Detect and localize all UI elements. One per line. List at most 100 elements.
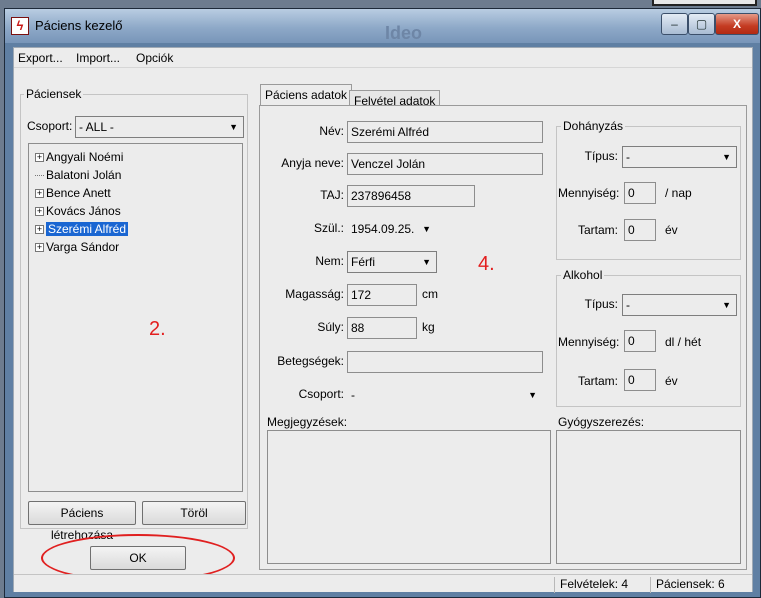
patient-manager-window: ϟ Páciens kezelő Ideo – ▢ X Export... Im… <box>4 8 761 598</box>
maximize-icon: ▢ <box>695 17 708 31</box>
tree-item-label: Kovács János <box>46 204 121 218</box>
maximize-button[interactable]: ▢ <box>688 13 715 35</box>
menu-bar: Export... Import... Opciók <box>14 48 752 68</box>
tree-item-bence-anett[interactable]: + Bence Anett <box>35 186 111 204</box>
group-filter-label: Csoport: <box>27 119 73 133</box>
annotation-2: 2. <box>149 318 166 340</box>
tree-item-szeremi-alfred[interactable]: + Szerémi Alfréd <box>35 222 129 240</box>
tree-item-kovacs-janos[interactable]: + Kovács János <box>35 204 121 222</box>
title-bar[interactable]: ϟ Páciens kezelő Ideo – ▢ X <box>5 9 760 43</box>
menu-import[interactable]: Import... <box>76 51 120 65</box>
minimize-icon: – <box>671 17 678 31</box>
tab-patient-data[interactable]: Páciens adatok <box>260 84 353 106</box>
smoking-duration-unit: év <box>665 223 678 237</box>
chevron-down-icon: ▼ <box>528 390 537 400</box>
diseases-field[interactable] <box>347 351 543 373</box>
alcohol-amount-field[interactable]: 0 <box>624 330 656 352</box>
height-unit: cm <box>422 287 438 301</box>
chevron-down-icon: ▼ <box>722 152 731 162</box>
smoking-duration-field[interactable]: 0 <box>624 219 656 241</box>
lightning-icon: ϟ <box>11 17 29 35</box>
alcohol-amount-unit: dl / hét <box>665 335 702 349</box>
expand-icon[interactable]: + <box>35 243 44 253</box>
sex-label: Nem: <box>315 254 344 268</box>
tree-item-balatoni-jolan[interactable]: Balatoni Jolán <box>35 168 121 186</box>
close-icon: X <box>732 17 741 31</box>
minimize-button[interactable]: – <box>661 13 688 35</box>
weight-unit: kg <box>422 320 435 334</box>
group-value: - <box>351 388 355 402</box>
medication-label: Gyógyszerezés: <box>558 415 645 429</box>
tree-item-angyali-noemi[interactable]: + Angyali Noémi <box>35 150 123 168</box>
height-field[interactable]: 172 <box>347 284 417 306</box>
window-title: Páciens kezelő <box>35 18 123 33</box>
patient-tree[interactable]: + Angyali Noémi Balatoni Jolán + Bence Ane… <box>28 143 243 492</box>
background-window-fragment <box>652 0 757 6</box>
expand-icon[interactable]: + <box>35 225 44 235</box>
group-filter-select[interactable]: - ALL - ▼ <box>75 116 244 138</box>
chevron-down-icon: ▼ <box>422 224 431 234</box>
smoking-type-value: - <box>626 150 630 164</box>
expand-icon[interactable]: + <box>35 207 44 217</box>
smoking-duration-label: Tartam: <box>577 223 618 237</box>
tree-item-label: Balatoni Jolán <box>46 168 122 182</box>
height-label: Magasság: <box>285 287 344 301</box>
name-label: Név: <box>319 124 344 138</box>
chevron-down-icon: ▼ <box>229 122 238 132</box>
notes-label: Megjegyzések: <box>267 415 348 429</box>
menu-options[interactable]: Opciók <box>136 51 173 65</box>
alcohol-type-value: - <box>626 298 630 312</box>
alcohol-duration-unit: év <box>665 374 678 388</box>
birth-date-value: 1954.09.25. <box>351 222 415 236</box>
tree-item-label: Bence Anett <box>46 186 111 200</box>
tree-item-varga-sandor[interactable]: + Varga Sándor <box>35 240 119 258</box>
group-filter-value: - ALL - <box>79 120 114 134</box>
weight-label: Súly: <box>317 320 344 334</box>
mother-name-label: Anyja neve: <box>281 156 344 170</box>
birth-date-label: Szül.: <box>313 221 344 235</box>
diseases-label: Betegségek: <box>277 354 344 368</box>
group-label: Csoport: <box>298 387 344 401</box>
weight-field[interactable]: 88 <box>347 317 417 339</box>
expand-icon[interactable]: + <box>35 189 44 199</box>
tree-connector-line <box>35 175 44 177</box>
sex-select[interactable]: Férfi ▼ <box>347 251 437 273</box>
alcohol-duration-field[interactable]: 0 <box>624 369 656 391</box>
tree-item-label-selected: Szerémi Alfréd <box>46 222 129 236</box>
smoking-amount-field[interactable]: 0 <box>624 182 656 204</box>
notes-textarea[interactable] <box>267 430 551 564</box>
tree-item-label: Varga Sándor <box>46 240 120 254</box>
chevron-down-icon: ▼ <box>422 257 431 267</box>
alcohol-amount-label: Mennyiség: <box>558 335 620 349</box>
smoking-amount-unit: / nap <box>665 186 692 200</box>
window-client-area: Export... Import... Opciók Páciensek Cso… <box>13 47 753 593</box>
name-field[interactable]: Szerémi Alfréd <box>347 121 543 143</box>
taj-label: TAJ: <box>320 188 344 202</box>
alcohol-group-title: Alkohol <box>561 268 605 282</box>
tree-item-label: Angyali Noémi <box>46 150 124 164</box>
chevron-down-icon: ▼ <box>722 300 731 310</box>
close-button[interactable]: X <box>715 13 759 35</box>
taj-field[interactable]: 237896458 <box>347 185 475 207</box>
medication-textarea[interactable] <box>556 430 741 564</box>
menu-export[interactable]: Export... <box>18 51 63 65</box>
tab-page-patient-data: Név: Szerémi Alfréd Anyja neve: Venczel … <box>259 105 747 570</box>
smoking-type-label: Típus: <box>584 149 618 163</box>
alcohol-type-label: Típus: <box>584 297 618 311</box>
mother-name-field[interactable]: Venczel Jolán <box>347 153 543 175</box>
smoking-amount-label: Mennyiség: <box>558 186 620 200</box>
group-select[interactable]: - ▼ <box>347 384 543 406</box>
annotation-4: 4. <box>478 253 495 275</box>
alcohol-duration-label: Tartam: <box>577 374 618 388</box>
delete-button[interactable]: Töröl <box>142 501 246 525</box>
birth-date-picker[interactable]: 1954.09.25. ▼ <box>347 218 437 240</box>
status-patients: Páciensek: 6 <box>650 577 750 593</box>
expand-icon[interactable]: + <box>35 153 44 163</box>
status-admissions: Felvételek: 4 <box>554 577 650 593</box>
smoking-group-title: Dohányzás <box>561 119 626 133</box>
status-bar: Felvételek: 4 Páciensek: 6 <box>14 574 752 593</box>
alcohol-type-select[interactable]: - ▼ <box>622 294 737 316</box>
create-patient-button[interactable]: Páciens létrehozása <box>28 501 136 542</box>
sex-value: Férfi <box>351 255 375 269</box>
smoking-type-select[interactable]: - ▼ <box>622 146 737 168</box>
